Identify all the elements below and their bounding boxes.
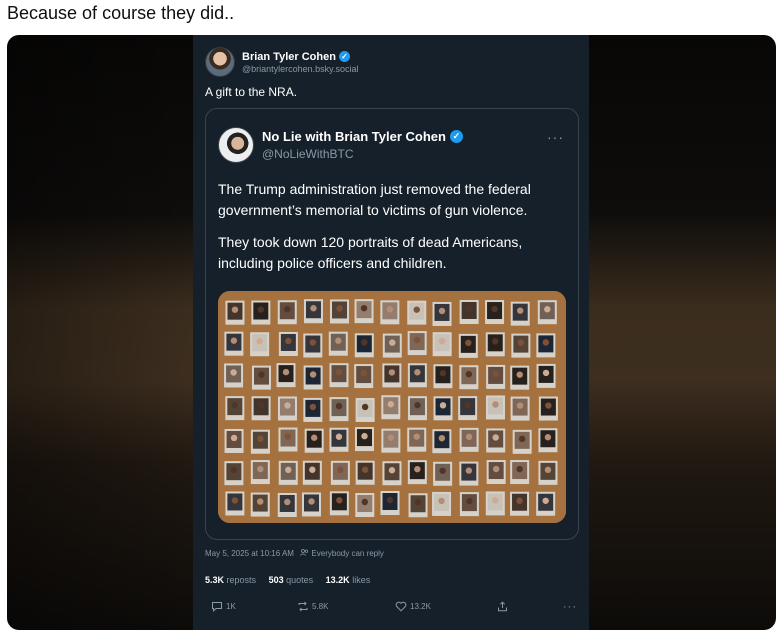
- reposts-label: reposts: [226, 575, 257, 585]
- more-options-icon[interactable]: ···: [563, 601, 577, 613]
- quoted-post[interactable]: No Lie with Brian Tyler Cohen ✓ @NoLieWi…: [205, 108, 579, 540]
- memorial-photo[interactable]: [218, 291, 566, 523]
- action-bar: 1K 5.8K 13.2K ···: [205, 601, 577, 617]
- caption-text: Because of course they did..: [7, 3, 235, 23]
- quoted-text: The Trump administration just removed th…: [218, 179, 568, 285]
- author-handle[interactable]: @briantylercohen.bsky.social: [242, 64, 359, 74]
- quotes-label: quotes: [286, 575, 314, 585]
- quotes-count: 503: [268, 575, 284, 585]
- reposts-stat[interactable]: 5.3K reposts: [205, 575, 256, 585]
- heart-icon: [395, 601, 407, 612]
- share-button[interactable]: [497, 601, 511, 612]
- likes-count: 13.2K: [325, 575, 350, 585]
- like-count: 13.2K: [410, 602, 431, 611]
- quoted-avatar[interactable]: [218, 127, 254, 163]
- post-date: May 5, 2025 at 10:16 AM: [205, 549, 294, 558]
- author-name[interactable]: Brian Tyler Cohen ✓: [242, 51, 359, 63]
- reply-setting: Everybody can reply: [311, 549, 384, 558]
- post-stats: 5.3K reposts 503 quotes 13.2K likes: [205, 575, 380, 585]
- reply-count: 1K: [226, 602, 236, 611]
- post-meta: May 5, 2025 at 10:16 AM Everybody can re…: [205, 549, 384, 558]
- likes-stat[interactable]: 13.2K likes: [326, 575, 371, 585]
- repost-button[interactable]: 5.8K: [297, 601, 328, 612]
- avatar[interactable]: [205, 47, 235, 77]
- quotes-stat[interactable]: 503 quotes: [269, 575, 314, 585]
- quoted-paragraph-1: The Trump administration just removed th…: [218, 181, 531, 218]
- quoted-author-name: No Lie with Brian Tyler Cohen: [262, 129, 446, 144]
- quoted-author[interactable]: No Lie with Brian Tyler Cohen ✓ @NoLieWi…: [218, 127, 463, 163]
- screenshot-media[interactable]: Brian Tyler Cohen ✓ @briantylercohen.bsk…: [7, 35, 776, 630]
- post-text: A gift to the NRA.: [205, 85, 298, 99]
- people-icon: [300, 549, 311, 558]
- post-author[interactable]: Brian Tyler Cohen ✓ @briantylercohen.bsk…: [205, 47, 359, 77]
- blurred-backdrop: [7, 35, 193, 630]
- reply-icon: [212, 602, 222, 612]
- portrait-wall-image: [218, 291, 566, 523]
- quoted-paragraph-2: They took down 120 portraits of dead Ame…: [218, 234, 523, 271]
- author-name-text: Brian Tyler Cohen: [242, 50, 336, 63]
- reply-button[interactable]: 1K: [211, 601, 236, 612]
- verified-check-icon: ✓: [449, 130, 463, 143]
- more-dots-icon[interactable]: ···: [547, 129, 564, 145]
- repost-icon: [298, 601, 308, 612]
- bluesky-post: Brian Tyler Cohen ✓ @briantylercohen.bsk…: [193, 35, 589, 630]
- like-button[interactable]: 13.2K: [395, 601, 431, 612]
- repost-count: 5.8K: [312, 602, 329, 611]
- quoted-author-handle: @NoLieWithBTC: [262, 147, 354, 161]
- verified-check-icon: ✓: [338, 51, 350, 62]
- share-icon: [498, 601, 507, 612]
- reposts-count: 5.3K: [205, 575, 225, 585]
- photo-shade: [218, 291, 566, 523]
- likes-label: likes: [352, 575, 371, 585]
